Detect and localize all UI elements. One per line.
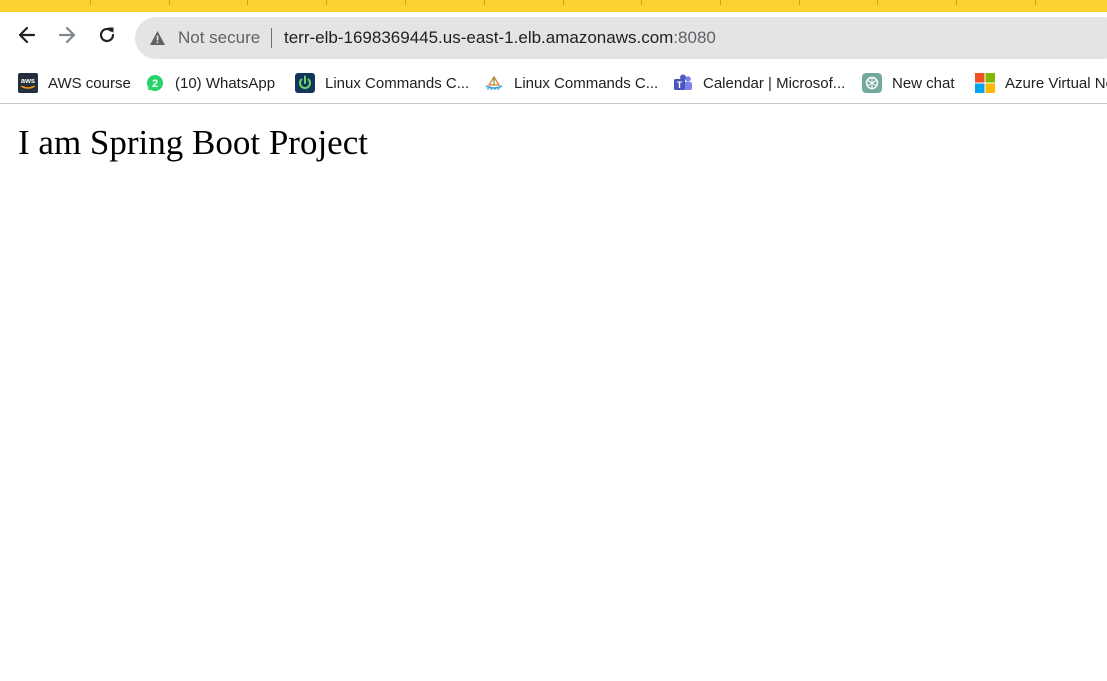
- bookmark-aws-course[interactable]: aws AWS course: [18, 72, 131, 94]
- ship-icon: [484, 73, 504, 93]
- power-icon: [295, 73, 315, 93]
- bookmark-azure-virtual-network[interactable]: Azure Virtual Ne: [975, 72, 1107, 94]
- aws-icon: aws: [18, 73, 38, 93]
- bookmarks-bar: aws AWS course 2 (10) WhatsApp Linux Com…: [0, 64, 1107, 104]
- tab-divider: [169, 0, 170, 5]
- tab-divider: [799, 0, 800, 5]
- bookmark-label: Linux Commands C...: [514, 74, 659, 92]
- bookmark-label: Calendar | Microsof...: [703, 74, 846, 92]
- chatgpt-icon: [862, 73, 882, 93]
- tab-divider: [877, 0, 878, 5]
- bookmark-label: New chat: [892, 74, 955, 92]
- tab-divider: [405, 0, 406, 5]
- tab-divider: [720, 0, 721, 5]
- svg-text:2: 2: [152, 78, 158, 90]
- tab-divider: [247, 0, 248, 5]
- svg-text:aws: aws: [21, 76, 35, 85]
- svg-text:T: T: [677, 80, 683, 90]
- tab-divider: [563, 0, 564, 5]
- whatsapp-icon: 2: [145, 73, 165, 93]
- url-port: :8080: [673, 28, 716, 47]
- browser-toolbar: Not secure terr-elb-1698369445.us-east-1…: [0, 12, 1107, 64]
- url-host: terr-elb-1698369445.us-east-1.elb.amazon…: [284, 28, 674, 47]
- tab-divider: [326, 0, 327, 5]
- bookmark-label: Azure Virtual Ne: [1005, 74, 1107, 92]
- tab-divider: [484, 0, 485, 5]
- reload-button[interactable]: [92, 20, 122, 50]
- bookmark-new-chat[interactable]: New chat: [862, 72, 955, 94]
- tab-divider: [641, 0, 642, 5]
- tab-divider: [956, 0, 957, 5]
- page-content: I am Spring Boot Project: [0, 105, 1107, 681]
- security-label[interactable]: Not secure: [178, 28, 260, 48]
- microsoft-icon: [975, 73, 995, 93]
- bookmark-calendar[interactable]: T Calendar | Microsof...: [673, 72, 845, 94]
- bookmark-label: Linux Commands C...: [325, 74, 470, 92]
- back-button[interactable]: [12, 20, 42, 50]
- address-bar[interactable]: Not secure terr-elb-1698369445.us-east-1…: [135, 17, 1107, 59]
- bookmark-linux-commands-1[interactable]: Linux Commands C...: [295, 72, 469, 94]
- teams-icon: T: [673, 73, 693, 93]
- arrow-left-icon: [18, 26, 36, 44]
- url-text[interactable]: terr-elb-1698369445.us-east-1.elb.amazon…: [284, 28, 716, 48]
- forward-button[interactable]: [52, 20, 82, 50]
- omnibox-separator: [271, 28, 272, 48]
- bookmark-whatsapp[interactable]: 2 (10) WhatsApp: [145, 72, 275, 94]
- tab-strip: [0, 0, 1107, 12]
- arrow-right-icon: [58, 26, 76, 44]
- warning-triangle-icon[interactable]: [149, 30, 166, 46]
- bookmark-label: AWS course: [48, 74, 131, 92]
- page-heading: I am Spring Boot Project: [18, 123, 368, 162]
- tab-divider: [1035, 0, 1036, 5]
- reload-icon: [99, 27, 115, 43]
- tab-divider: [90, 0, 91, 5]
- bookmark-linux-commands-2[interactable]: Linux Commands C...: [484, 72, 658, 94]
- bookmark-label: (10) WhatsApp: [175, 74, 276, 92]
